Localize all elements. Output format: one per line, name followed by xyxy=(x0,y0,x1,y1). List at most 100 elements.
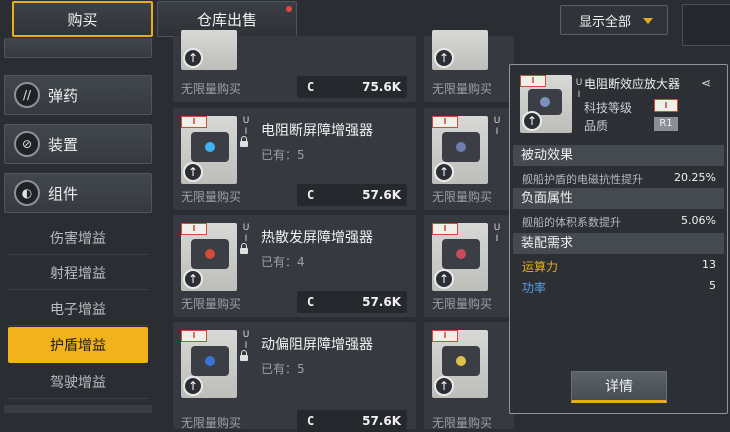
price-value: 57.6K xyxy=(362,188,401,202)
sidebar-category-label: 组件 xyxy=(48,184,79,203)
slot-indicator: UI xyxy=(493,223,501,244)
price-tag[interactable]: C 75.6K xyxy=(297,76,407,98)
unlimited-purchase-label: 无限量购买 xyxy=(432,82,493,96)
share-icon[interactable]: ⋖ xyxy=(701,76,711,90)
price-tag[interactable]: C 57.6K xyxy=(297,291,407,313)
detail-title: 电阻断效应放大器 xyxy=(584,77,681,91)
details-button[interactable]: 详情 xyxy=(571,371,667,403)
sidebar-sub-damage[interactable]: 伤害增益 xyxy=(8,221,148,255)
item-card[interactable]: I ↑ UI 热散发屏障增强器 已有：4 无限量购买 C 57.6K xyxy=(173,215,416,317)
slot-indicator: UI xyxy=(575,78,583,100)
item-detail-popup: I ↑ UI 电阻断效应放大器 ⋖ 科技等级 I 品质 R1 被动效果 舰船护盾… xyxy=(509,64,728,414)
notification-dot xyxy=(286,6,292,12)
negative-attribute-value: 5.06% xyxy=(681,214,716,227)
tier-tag: I xyxy=(432,223,458,235)
sidebar-sub-piloting[interactable]: 驾驶增益 xyxy=(8,365,148,399)
slot-indicator: UI xyxy=(242,223,250,244)
sub-label: 驾驶增益 xyxy=(50,374,106,391)
sidebar-category-partial[interactable] xyxy=(4,38,152,58)
slot-indicator: UI xyxy=(242,116,250,137)
requirements-header: 装配需求 xyxy=(513,233,724,254)
tier-tag: I xyxy=(181,116,207,128)
item-thumbnail: I ↑ xyxy=(432,116,488,184)
sidebar-category-device[interactable]: ⊘ 装置 xyxy=(4,124,152,164)
gem-icon xyxy=(205,356,215,366)
item-thumbnail: I ↑ xyxy=(432,330,488,398)
tier-tag: I xyxy=(432,116,458,128)
upgrade-icon: ↑ xyxy=(434,269,454,289)
item-card[interactable]: ↑ 无限量购买 xyxy=(424,30,514,102)
lock-icon xyxy=(240,243,248,254)
price-tag[interactable]: C 57.6K xyxy=(297,184,407,206)
component-icon: ◐ xyxy=(14,180,40,206)
credit-icon: C xyxy=(307,295,315,309)
tier-tag: I xyxy=(520,75,546,87)
unlimited-purchase-label: 无限量购买 xyxy=(432,190,493,204)
item-name: 电阻断屏障增强器 xyxy=(261,123,373,139)
item-card[interactable]: ↑ 无限量购买 C 75.6K xyxy=(173,30,416,102)
upgrade-icon: ↑ xyxy=(183,269,203,289)
tech-level-label: 科技等级 xyxy=(584,101,633,115)
tab-sell-label: 仓库出售 xyxy=(196,10,257,29)
sidebar-category-component[interactable]: ◐ 组件 xyxy=(4,173,152,213)
owned-count: 已有：5 xyxy=(261,362,305,376)
quality-label: 品质 xyxy=(584,119,609,133)
dropdown-arrow-icon xyxy=(643,18,653,24)
upgrade-icon: ↑ xyxy=(183,376,203,396)
compute-value: 13 xyxy=(702,258,716,271)
device-icon: ⊘ xyxy=(14,131,40,157)
filter-label: 显示全部 xyxy=(579,14,632,30)
detail-thumbnail: I ↑ xyxy=(520,75,572,133)
unlimited-purchase-label: 无限量购买 xyxy=(432,297,493,311)
sidebar-category-label: 弹药 xyxy=(48,86,79,105)
sidebar-category-label: 装置 xyxy=(48,135,79,154)
sidebar-sub-range[interactable]: 射程增益 xyxy=(8,256,148,290)
gem-icon xyxy=(456,249,466,259)
requirement-row-power: 功率 5 xyxy=(522,279,716,296)
tab-buy[interactable]: 购买 xyxy=(12,1,153,37)
tech-level-badge: I xyxy=(654,99,678,112)
quality-badge: R1 xyxy=(654,117,678,131)
tier-tag: I xyxy=(181,223,207,235)
owned-count: 已有：5 xyxy=(261,148,305,162)
sub-label: 射程增益 xyxy=(50,265,106,282)
compute-label: 运算力 xyxy=(522,260,559,274)
sub-label: 护盾增益 xyxy=(50,338,106,354)
unlimited-purchase-label: 无限量购买 xyxy=(432,416,493,430)
upgrade-icon: ↑ xyxy=(434,48,454,68)
sidebar-sub-shield[interactable]: 护盾增益 xyxy=(8,327,148,363)
details-button-label: 详情 xyxy=(605,379,633,395)
item-card[interactable]: I ↑ 无限量购买 xyxy=(424,322,514,430)
upgrade-icon: ↑ xyxy=(434,162,454,182)
item-name: 热散发屏障增强器 xyxy=(261,230,373,246)
power-value: 5 xyxy=(709,279,716,292)
item-card[interactable]: I ↑ UI 无限量购买 xyxy=(424,215,514,317)
lock-icon xyxy=(240,136,248,147)
item-name: 动偏阻屏障增强器 xyxy=(261,337,373,353)
item-card[interactable]: I ↑ UI 电阻断屏障增强器 已有：5 无限量购买 C 57.6K xyxy=(173,108,416,210)
gem-icon xyxy=(456,142,466,152)
slot-indicator: UI xyxy=(242,330,250,351)
ammo-icon: // xyxy=(14,82,40,108)
requirement-row-compute: 运算力 13 xyxy=(522,258,716,275)
unlimited-purchase-label: 无限量购买 xyxy=(181,416,242,430)
owned-count: 已有：4 xyxy=(261,255,305,269)
lock-icon xyxy=(240,350,248,361)
passive-effect-row: 舰船护盾的电磁抗性提升 20.25% xyxy=(522,171,716,187)
negative-attribute-header: 负面属性 xyxy=(513,188,724,209)
passive-effect-label: 舰船护盾的电磁抗性提升 xyxy=(522,173,643,186)
item-thumbnail: ↑ xyxy=(181,30,237,70)
negative-attribute-row: 舰船的体积系数提升 5.06% xyxy=(522,214,716,230)
upgrade-icon: ↑ xyxy=(522,111,542,131)
item-card[interactable]: I ↑ UI 无限量购买 xyxy=(424,108,514,210)
gem-icon xyxy=(205,249,215,259)
slot-indicator: UI xyxy=(493,116,501,137)
price-value: 57.6K xyxy=(362,295,401,309)
sidebar-category-ammo[interactable]: // 弹药 xyxy=(4,75,152,115)
gem-icon xyxy=(205,142,215,152)
filter-dropdown[interactable]: 显示全部 xyxy=(560,5,668,35)
sidebar-sub-electronic[interactable]: 电子增益 xyxy=(8,292,148,326)
unlimited-purchase-label: 无限量购买 xyxy=(181,82,242,96)
item-card[interactable]: I ↑ UI 动偏阻屏障增强器 已有：5 无限量购买 C 57.6K xyxy=(173,322,416,432)
power-label: 功率 xyxy=(522,281,547,295)
